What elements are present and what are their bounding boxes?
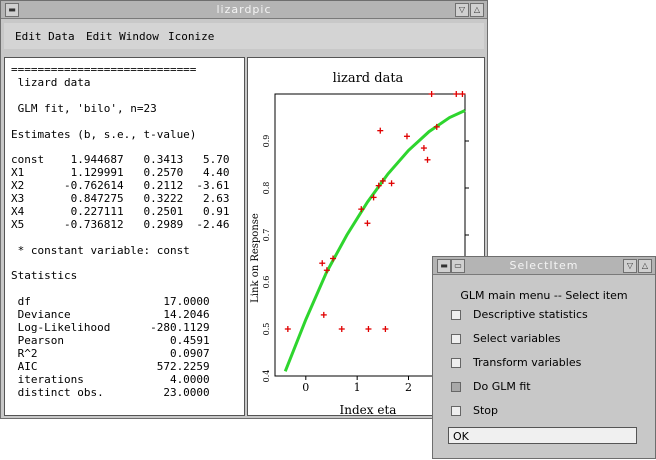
data-point (388, 180, 395, 187)
maximize-button[interactable]: △ (470, 3, 484, 17)
y-tick-label: 0.7 (262, 229, 271, 242)
dialog-maximize-button[interactable]: △ (638, 259, 652, 273)
text-line: Pearson 0.4591 (11, 333, 210, 347)
menu-item-label: Descriptive statistics (473, 308, 588, 321)
y-tick-label: 0.6 (262, 276, 271, 289)
text-output-panel[interactable]: ============================ lizard data… (4, 57, 245, 416)
y-tick-label: 0.9 (262, 135, 271, 148)
data-point (320, 311, 327, 318)
text-line: iterations 4.0000 (11, 372, 210, 386)
text-line: X5 -0.736812 0.2989 -2.46 (11, 217, 230, 231)
y-axis-label: Link on Response (250, 213, 261, 303)
y-tick-label: 0.5 (262, 323, 271, 336)
y-tick-label: 0.4 (262, 370, 271, 383)
data-point (319, 260, 326, 267)
data-point (338, 326, 345, 332)
menu-edit-window[interactable]: Edit Window (86, 30, 159, 43)
text-line: const 1.944687 0.3413 5.70 (11, 153, 230, 167)
x-tick-label: 1 (354, 381, 361, 394)
window-title: lizardpic (216, 3, 272, 16)
select-item-dialog: ▬ ▭ SelectItem ▽ △ GLM main menu -- Sele… (432, 256, 656, 459)
menu-item-label: Transform variables (473, 356, 582, 369)
text-line: lizard data (11, 75, 91, 89)
menu-item-label: Do GLM fit (473, 380, 531, 393)
text-line: distinct obs. 23.0000 (11, 385, 210, 399)
x-tick-label: 0 (302, 381, 309, 394)
data-point (403, 133, 410, 140)
text-line: X2 -0.762614 0.2112 -3.61 (11, 179, 230, 193)
data-point (382, 326, 389, 332)
data-point (377, 127, 384, 134)
checkbox[interactable] (451, 382, 461, 392)
ok-button-label: OK (453, 430, 469, 443)
x-axis-label: Index eta (340, 403, 397, 416)
menu-iconize[interactable]: Iconize (168, 30, 214, 43)
y-tick-label: 0.8 (262, 182, 271, 195)
ok-button[interactable]: OK (448, 427, 637, 444)
checkbox[interactable] (451, 334, 461, 344)
chart-title: lizard data (333, 71, 404, 86)
checkbox[interactable] (451, 358, 461, 368)
menu-bar: Edit Data Edit Window Iconize (4, 23, 484, 49)
main-window: ▬ lizardpic ▽ △ Edit Data Edit Window Ic… (0, 0, 488, 419)
text-line: * constant variable: const (11, 243, 190, 257)
text-line: X4 0.227111 0.2501 0.91 (11, 204, 230, 218)
text-line: Estimates (b, s.e., t-value) (11, 127, 197, 141)
text-line: df 17.0000 (11, 295, 210, 309)
data-point (284, 326, 291, 332)
checkbox[interactable] (451, 406, 461, 416)
data-point (365, 326, 372, 332)
text-line: AIC 572.2259 (11, 359, 210, 373)
text-line: X3 0.847275 0.3222 2.63 (11, 192, 230, 205)
data-point (428, 91, 435, 97)
text-line: GLM fit, 'bilo', n=23 (11, 101, 157, 115)
data-point (453, 91, 460, 97)
menu-item-label: Select variables (473, 332, 561, 345)
text-line: ============================ (11, 63, 197, 76)
main-titlebar[interactable]: ▬ lizardpic ▽ △ (1, 1, 487, 19)
text-line: Statistics (11, 269, 78, 283)
menu-edit-data[interactable]: Edit Data (15, 30, 75, 43)
text-line: Deviance 14.2046 (11, 308, 210, 322)
checkbox[interactable] (451, 310, 461, 320)
text-line: R^2 0.0907 (11, 346, 210, 360)
x-tick-label: 2 (405, 381, 412, 394)
data-point (424, 156, 431, 163)
text-line: X1 1.129991 0.2570 4.40 (11, 166, 230, 180)
minimize-button[interactable]: ▽ (455, 3, 469, 17)
menu-item-label: Stop (473, 404, 499, 417)
dialog-titlebar[interactable]: ▬ ▭ SelectItem ▽ △ (433, 257, 655, 275)
text-line: Log-Likelihood -280.1129 (11, 321, 210, 334)
data-point (364, 220, 371, 227)
dialog-minimize-button[interactable]: ▽ (623, 259, 637, 273)
dialog-title: SelectItem (509, 259, 579, 272)
data-point (420, 145, 427, 152)
dialog-heading: GLM main menu -- Select item (460, 289, 628, 302)
